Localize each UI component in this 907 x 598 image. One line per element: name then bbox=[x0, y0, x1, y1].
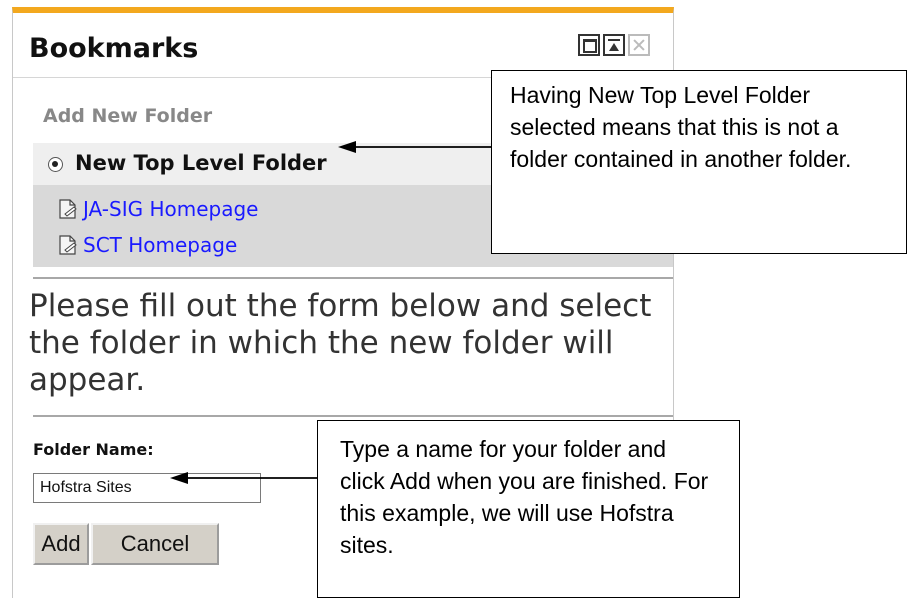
folder-name-callout: Type a name for your folder and click Ad… bbox=[317, 420, 740, 598]
maximize-icon[interactable] bbox=[578, 34, 600, 56]
divider bbox=[33, 277, 673, 279]
top-level-radio[interactable] bbox=[48, 157, 63, 172]
divider bbox=[33, 415, 673, 417]
top-level-callout: Having New Top Level Folder selected mea… bbox=[491, 70, 907, 254]
bookmark-link[interactable]: SCT Homepage bbox=[83, 233, 237, 257]
bookmark-link[interactable]: JA-SIG Homepage bbox=[83, 197, 258, 221]
folder-name-input[interactable] bbox=[33, 473, 261, 503]
top-level-folder-label: New Top Level Folder bbox=[75, 151, 327, 175]
form-instructions: Please fill out the form below and selec… bbox=[29, 288, 652, 398]
portlet-header: Bookmarks bbox=[13, 13, 673, 78]
bookmark-item[interactable]: SCT Homepage bbox=[57, 233, 237, 257]
move-to-top-icon[interactable] bbox=[603, 34, 625, 56]
close-icon[interactable] bbox=[628, 34, 650, 56]
bookmark-doc-icon bbox=[59, 199, 77, 219]
add-folder-heading: Add New Folder bbox=[43, 105, 213, 127]
add-button[interactable]: Add bbox=[33, 523, 89, 565]
cancel-button[interactable]: Cancel bbox=[91, 523, 219, 565]
portlet-title: Bookmarks bbox=[29, 33, 199, 64]
bookmark-doc-icon bbox=[59, 235, 77, 255]
bookmark-item[interactable]: JA-SIG Homepage bbox=[57, 197, 258, 221]
folder-name-label: Folder Name: bbox=[33, 440, 154, 459]
